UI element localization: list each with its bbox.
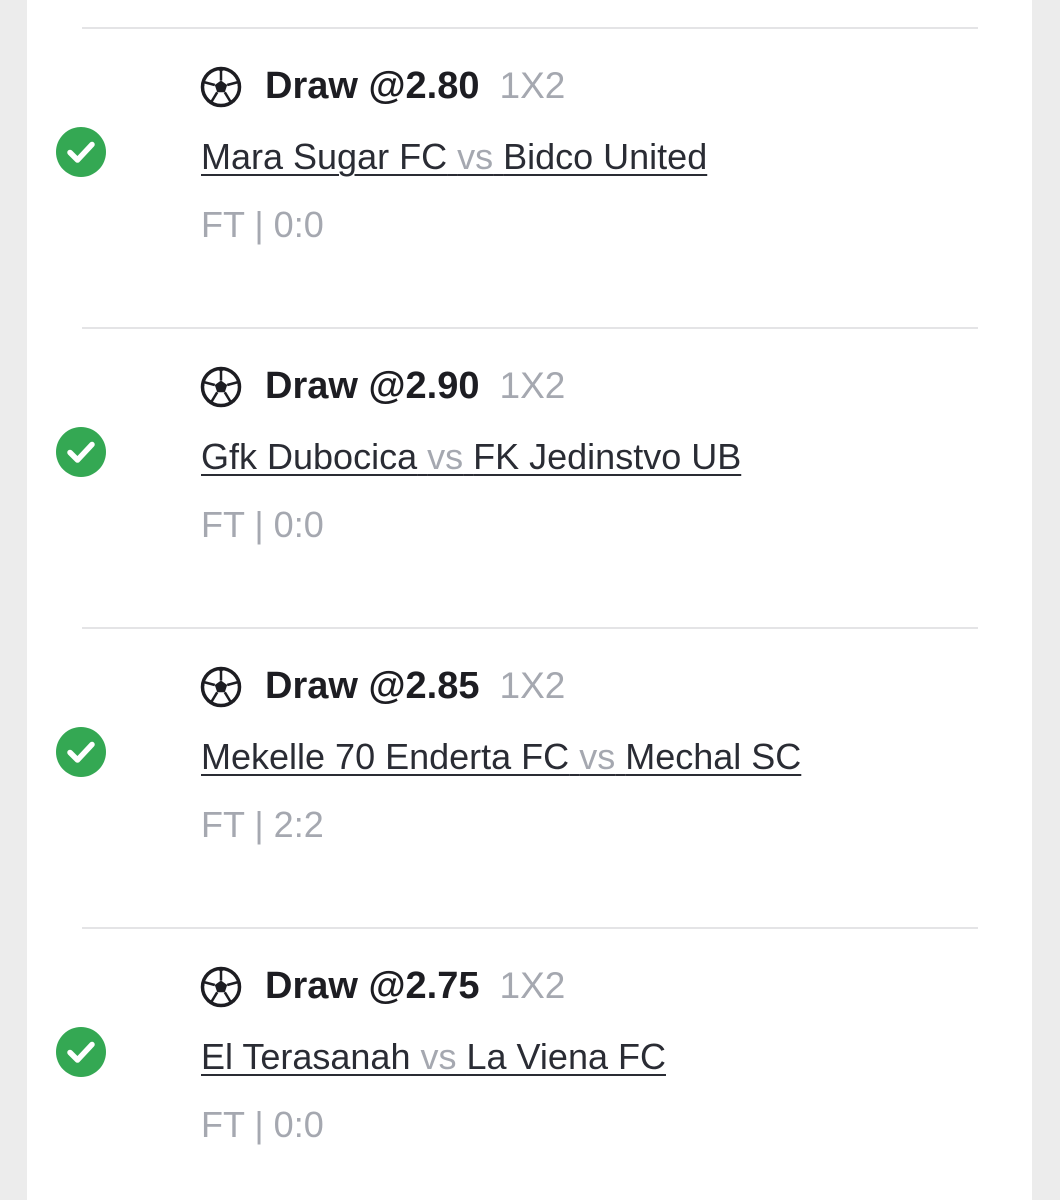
check-circle-icon	[56, 427, 106, 477]
market-label: 1X2	[499, 65, 566, 106]
soccer-ball-icon	[200, 66, 242, 108]
bet-item: Draw @2.85 1X2 Mekelle 70 Enderta FC vs M…	[27, 600, 1032, 900]
vs-separator: vs	[427, 436, 464, 477]
bet-history-card: Draw @2.80 1X2 Mara Sugar FC vs Bidco Uni…	[27, 0, 1032, 1200]
pick-odds: Draw @2.80	[265, 65, 480, 107]
home-team: El Terasanah	[201, 1036, 411, 1077]
match-result: FT | 2:2	[201, 804, 324, 845]
bet-item: Draw @2.80 1X2 Mara Sugar FC vs Bidco Uni…	[27, 0, 1032, 300]
check-circle-icon	[56, 727, 106, 777]
selection: Draw @2.80 1X2	[265, 62, 565, 118]
market-label: 1X2	[499, 965, 566, 1006]
away-team: Bidco United	[503, 136, 708, 177]
vs-separator: vs	[579, 736, 616, 777]
match-result: FT | 0:0	[201, 1104, 324, 1145]
divider	[82, 627, 978, 629]
away-team: La Viena FC	[466, 1036, 666, 1077]
match-result: FT | 0:0	[201, 204, 324, 245]
divider	[82, 927, 978, 929]
selection: Draw @2.85 1X2	[265, 662, 565, 718]
match-link[interactable]: Mekelle 70 Enderta FC vs Mechal SC	[201, 734, 801, 780]
soccer-ball-icon	[200, 966, 242, 1008]
pick-odds: Draw @2.90	[265, 365, 480, 407]
away-team: Mechal SC	[625, 736, 802, 777]
selection: Draw @2.90 1X2	[265, 362, 565, 418]
divider	[82, 327, 978, 329]
vs-separator: vs	[457, 136, 494, 177]
away-team: FK Jedinstvo UB	[473, 436, 742, 477]
market-label: 1X2	[499, 365, 566, 406]
home-team: Gfk Dubocica	[201, 436, 418, 477]
match-link[interactable]: Gfk Dubocica vs FK Jedinstvo UB	[201, 434, 741, 480]
bet-item: Draw @2.75 1X2 El Terasanah vs La Viena F…	[27, 900, 1032, 1200]
soccer-ball-icon	[200, 366, 242, 408]
pick-odds: Draw @2.85	[265, 665, 480, 707]
vs-separator: vs	[420, 1036, 457, 1077]
match-link[interactable]: El Terasanah vs La Viena FC	[201, 1034, 666, 1080]
divider	[82, 27, 978, 29]
check-circle-icon	[56, 1027, 106, 1077]
home-team: Mara Sugar FC	[201, 136, 448, 177]
soccer-ball-icon	[200, 666, 242, 708]
home-team: Mekelle 70 Enderta FC	[201, 736, 570, 777]
match-link[interactable]: Mara Sugar FC vs Bidco United	[201, 134, 707, 180]
check-circle-icon	[56, 127, 106, 177]
pick-odds: Draw @2.75	[265, 965, 480, 1007]
market-label: 1X2	[499, 665, 566, 706]
selection: Draw @2.75 1X2	[265, 962, 565, 1018]
bet-item: Draw @2.90 1X2 Gfk Dubocica vs FK Jedinst…	[27, 300, 1032, 600]
match-result: FT | 0:0	[201, 504, 324, 545]
